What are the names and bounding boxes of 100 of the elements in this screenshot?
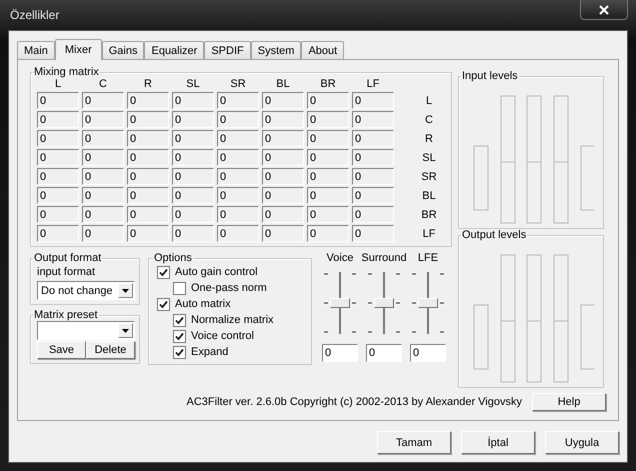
matrix-field[interactable]: 0 bbox=[37, 206, 79, 223]
tab[interactable]: Equalizer bbox=[144, 41, 204, 59]
slider-label: Voice bbox=[326, 252, 354, 264]
matrix-field[interactable]: 0 bbox=[127, 92, 169, 109]
matrix-field[interactable]: 0 bbox=[82, 92, 124, 109]
matrix-field[interactable]: 0 bbox=[352, 92, 394, 109]
matrix-field[interactable]: 0 bbox=[217, 92, 259, 109]
matrix-field[interactable]: 0 bbox=[262, 168, 304, 185]
matrix-field[interactable]: 0 bbox=[37, 225, 79, 242]
matrix-field[interactable]: 0 bbox=[262, 187, 304, 204]
matrix-field[interactable]: 0 bbox=[307, 168, 349, 185]
tab[interactable]: Mixer bbox=[54, 39, 102, 60]
matrix-field[interactable]: 0 bbox=[82, 187, 124, 204]
dialog-button[interactable]: Uygula bbox=[545, 431, 619, 454]
matrix-field[interactable]: 0 bbox=[82, 111, 124, 128]
matrix-field[interactable]: 0 bbox=[127, 111, 169, 128]
matrix-field[interactable]: 0 bbox=[127, 149, 169, 166]
matrix-field[interactable]: 0 bbox=[37, 149, 79, 166]
matrix-field[interactable]: 0 bbox=[307, 111, 349, 128]
matrix-field[interactable]: 0 bbox=[172, 206, 214, 223]
checkbox[interactable] bbox=[173, 330, 186, 342]
matrix-field[interactable]: 0 bbox=[37, 168, 79, 185]
slider-thumb[interactable] bbox=[330, 298, 350, 308]
matrix-field[interactable]: 0 bbox=[307, 187, 349, 204]
preset-button[interactable]: Save bbox=[37, 341, 86, 359]
column-header: C bbox=[98, 78, 108, 90]
value-field[interactable]: 0 bbox=[366, 344, 402, 362]
matrix-field[interactable]: 0 bbox=[352, 225, 394, 242]
matrix-field[interactable]: 0 bbox=[82, 206, 124, 223]
matrix-field[interactable]: 0 bbox=[217, 187, 259, 204]
tab[interactable]: Gains bbox=[102, 41, 144, 59]
checkbox-label: One-pass norm bbox=[191, 282, 267, 294]
matrix-field[interactable]: 0 bbox=[352, 130, 394, 147]
matrix-field[interactable]: 0 bbox=[172, 130, 214, 147]
matrix-field[interactable]: 0 bbox=[352, 111, 394, 128]
row-label: L bbox=[426, 94, 432, 106]
copyright-text: AC3Filter ver. 2.6.0b Copyright (c) 2002-2013 by Alexander Vigovsky bbox=[186, 396, 522, 408]
matrix-field[interactable]: 0 bbox=[262, 92, 304, 109]
value-field[interactable]: 0 bbox=[410, 344, 446, 362]
checkbox[interactable] bbox=[157, 298, 170, 310]
matrix-field[interactable]: 0 bbox=[82, 225, 124, 242]
checkbox[interactable] bbox=[173, 314, 186, 326]
matrix-field[interactable]: 0 bbox=[352, 206, 394, 223]
matrix-field[interactable]: 0 bbox=[262, 130, 304, 147]
matrix-field[interactable]: 0 bbox=[172, 149, 214, 166]
matrix-field[interactable]: 0 bbox=[307, 206, 349, 223]
matrix-field[interactable]: 0 bbox=[217, 168, 259, 185]
matrix-field[interactable]: 0 bbox=[172, 111, 214, 128]
matrix-field[interactable]: 0 bbox=[217, 111, 259, 128]
matrix-field[interactable]: 0 bbox=[127, 168, 169, 185]
matrix-field[interactable]: 0 bbox=[307, 149, 349, 166]
matrix-field[interactable]: 0 bbox=[307, 225, 349, 242]
matrix-field[interactable]: 0 bbox=[37, 92, 79, 109]
checkbox[interactable] bbox=[173, 282, 186, 294]
matrix-field[interactable]: 0 bbox=[217, 130, 259, 147]
matrix-field[interactable]: 0 bbox=[127, 130, 169, 147]
matrix-field[interactable]: 0 bbox=[262, 149, 304, 166]
dropdown-arrow-button[interactable] bbox=[118, 323, 133, 338]
matrix-field[interactable]: 0 bbox=[37, 187, 79, 204]
preset-dropdown[interactable] bbox=[37, 321, 135, 340]
tab[interactable]: System bbox=[250, 41, 302, 59]
help-button[interactable]: Help bbox=[532, 393, 606, 411]
matrix-field[interactable]: 0 bbox=[172, 92, 214, 109]
matrix-field[interactable]: 0 bbox=[217, 149, 259, 166]
matrix-field[interactable]: 0 bbox=[82, 149, 124, 166]
tab[interactable]: About bbox=[301, 41, 344, 59]
tab[interactable]: Main bbox=[17, 41, 55, 59]
dialog-button[interactable]: İptal bbox=[461, 431, 535, 454]
matrix-field[interactable]: 0 bbox=[82, 168, 124, 185]
matrix-field[interactable]: 0 bbox=[172, 187, 214, 204]
close-button[interactable] bbox=[580, 0, 628, 20]
slider-thumb[interactable] bbox=[418, 298, 438, 308]
matrix-field[interactable]: 0 bbox=[262, 206, 304, 223]
preset-button[interactable]: Delete bbox=[86, 341, 135, 359]
matrix-field[interactable]: 0 bbox=[127, 225, 169, 242]
matrix-field[interactable]: 0 bbox=[37, 130, 79, 147]
matrix-field[interactable]: 0 bbox=[217, 206, 259, 223]
matrix-field[interactable]: 0 bbox=[217, 225, 259, 242]
value-field[interactable]: 0 bbox=[322, 344, 358, 362]
format-dropdown[interactable]: Do not change bbox=[37, 281, 135, 300]
checkbox[interactable] bbox=[157, 266, 170, 278]
matrix-field[interactable]: 0 bbox=[307, 92, 349, 109]
matrix-field[interactable]: 0 bbox=[127, 206, 169, 223]
matrix-field[interactable]: 0 bbox=[262, 111, 304, 128]
matrix-field[interactable]: 0 bbox=[352, 187, 394, 204]
matrix-field[interactable]: 0 bbox=[127, 187, 169, 204]
checkbox[interactable] bbox=[173, 346, 186, 358]
matrix-field[interactable]: 0 bbox=[352, 149, 394, 166]
matrix-field[interactable]: 0 bbox=[352, 168, 394, 185]
dropdown-arrow-button[interactable] bbox=[118, 283, 133, 298]
matrix-field[interactable]: 0 bbox=[262, 225, 304, 242]
matrix-field[interactable]: 0 bbox=[82, 130, 124, 147]
checkbox-label: Voice control bbox=[191, 330, 254, 342]
matrix-field[interactable]: 0 bbox=[307, 130, 349, 147]
matrix-field[interactable]: 0 bbox=[37, 111, 79, 128]
tab[interactable]: SPDIF bbox=[204, 41, 251, 59]
matrix-field[interactable]: 0 bbox=[172, 225, 214, 242]
slider-thumb[interactable] bbox=[374, 298, 394, 308]
dialog-button[interactable]: Tamam bbox=[377, 431, 451, 454]
matrix-field[interactable]: 0 bbox=[172, 168, 214, 185]
